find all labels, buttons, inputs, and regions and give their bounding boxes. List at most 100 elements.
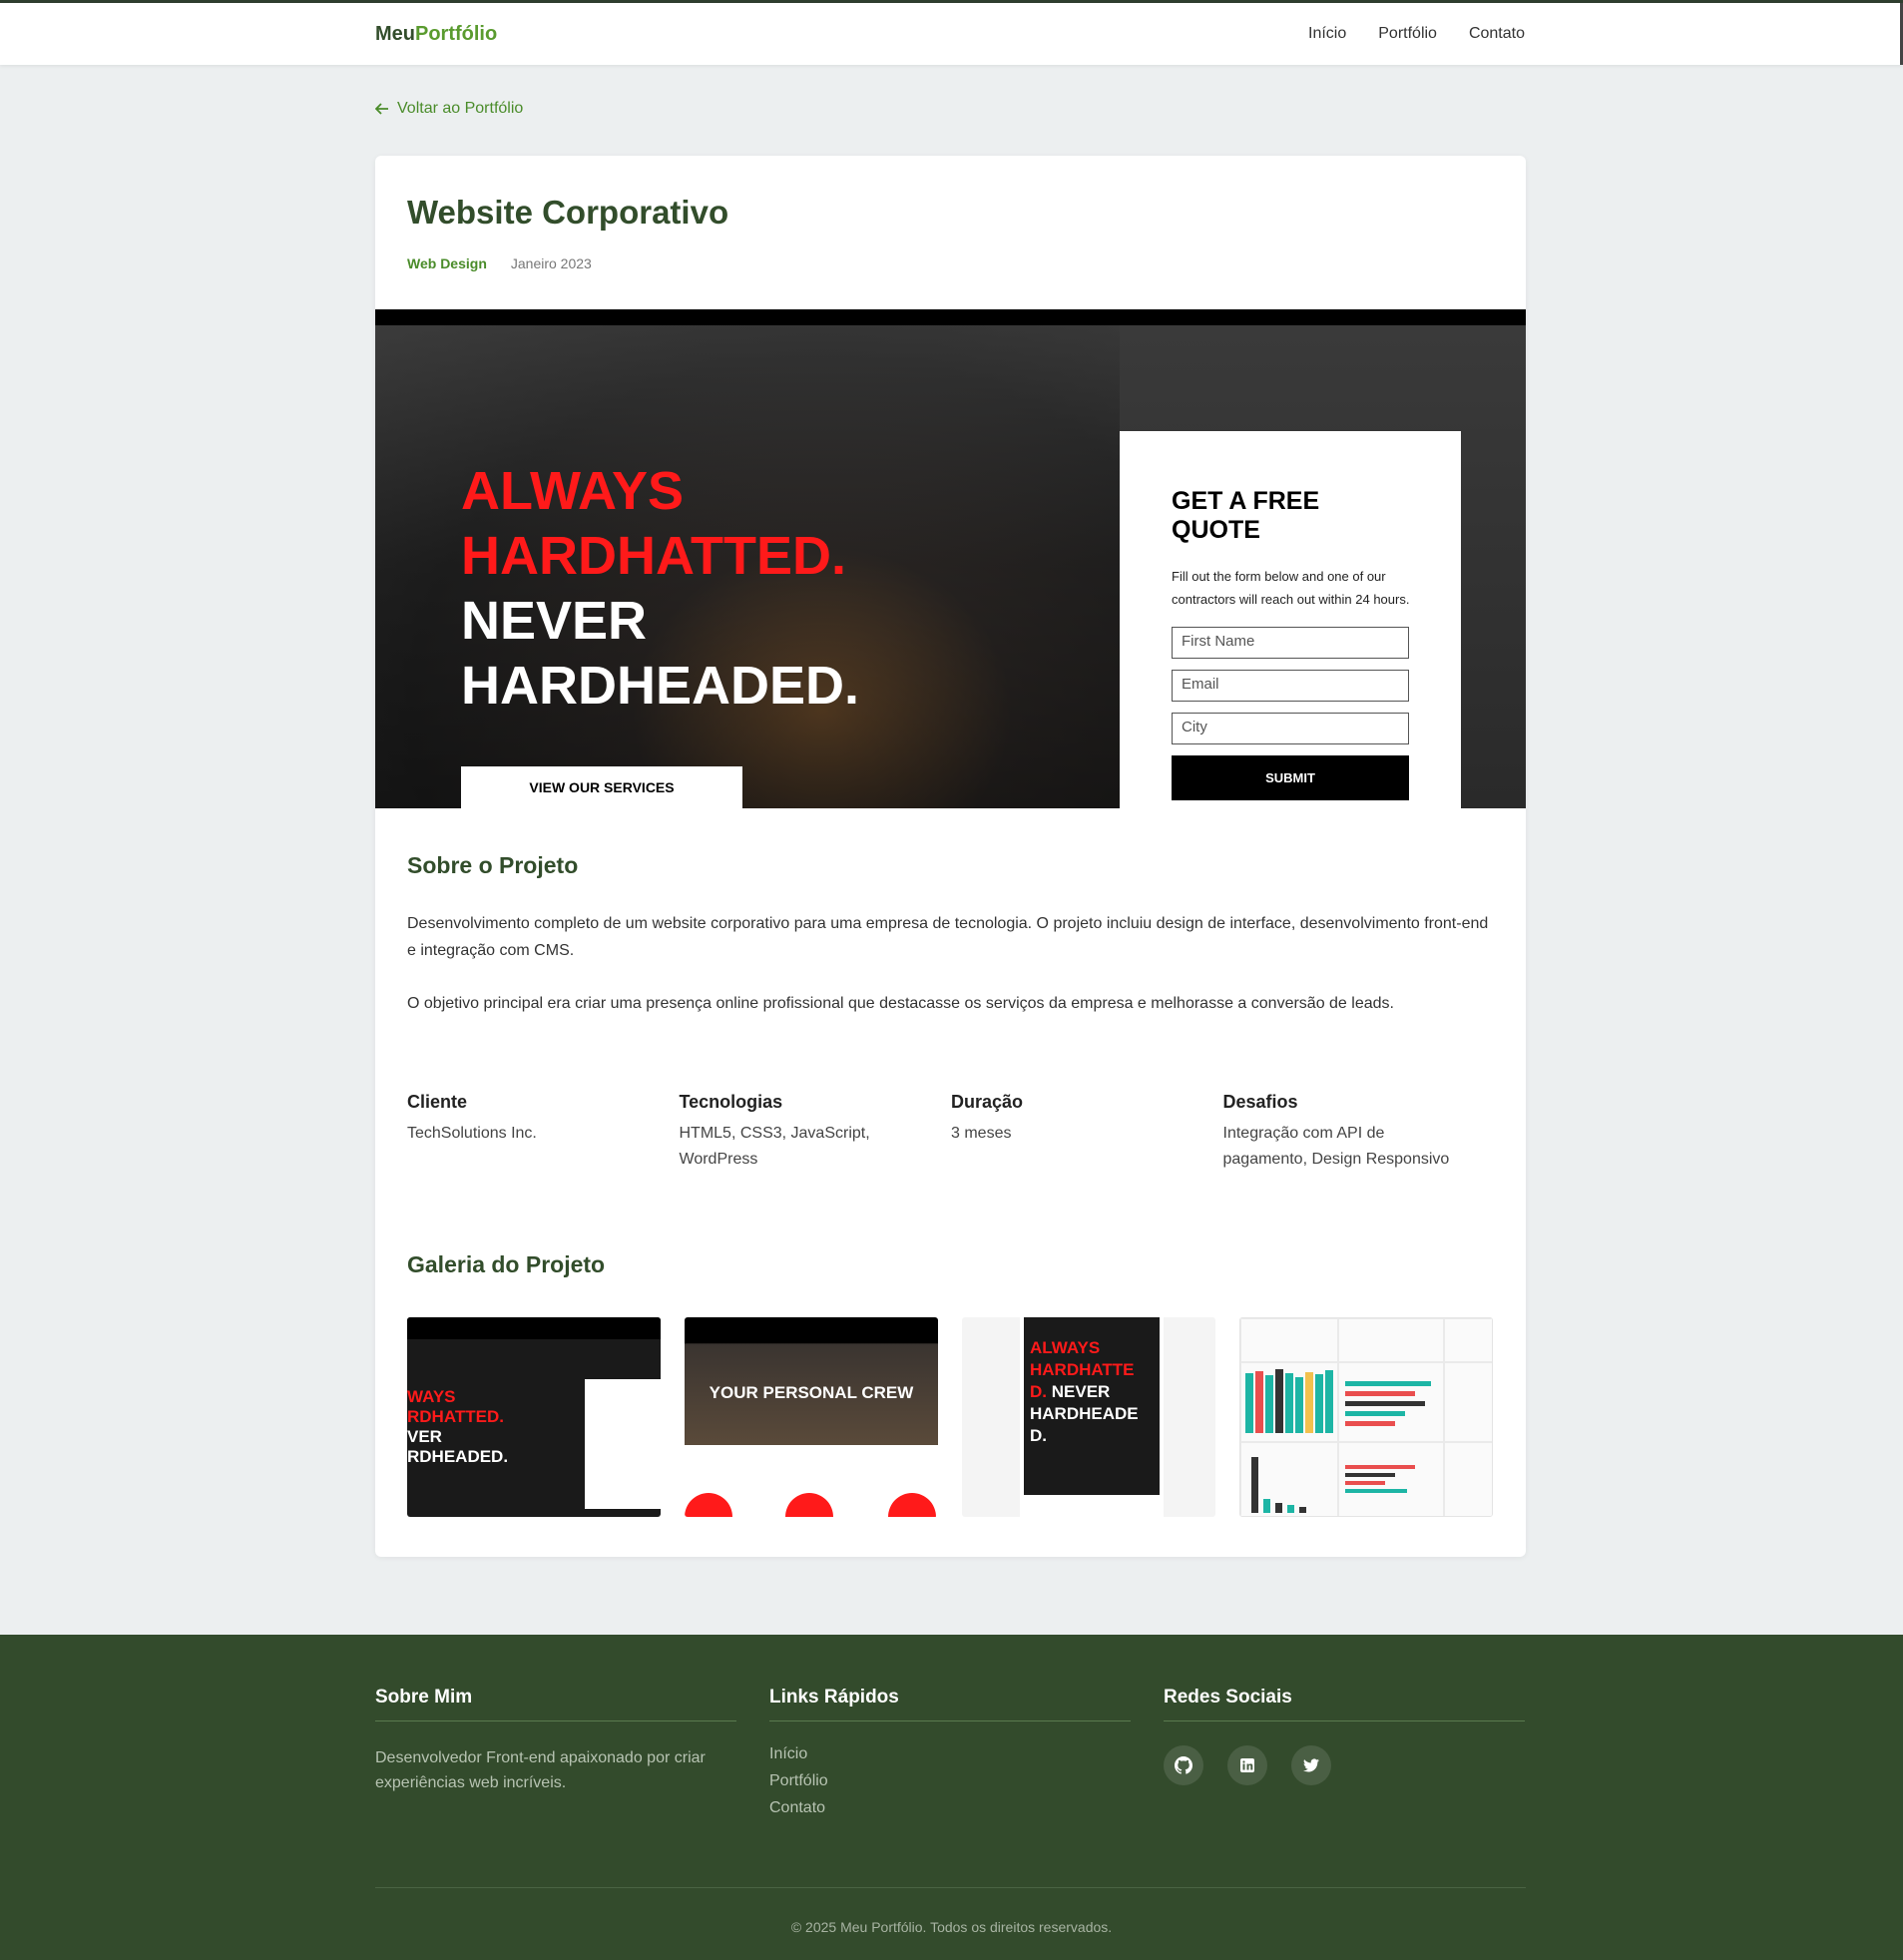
brand-logo[interactable]: MeuPortfólio <box>375 23 497 46</box>
dashboard-chart <box>1444 1362 1492 1442</box>
dashboard-hbars-2 <box>1345 1465 1415 1493</box>
nav-link-contato[interactable]: Contato <box>1469 25 1525 43</box>
submit-button: SUBMIT <box>1172 755 1409 800</box>
github-icon[interactable] <box>1164 1745 1203 1785</box>
thumb-mobile-line: D. <box>1030 1426 1047 1445</box>
project-gallery: WAYS RDHATTED. VER RDHEADED. YOUR PERSON… <box>407 1317 1493 1517</box>
thumb-mobile-line: HARDHATTE <box>1030 1360 1135 1379</box>
thumb-headline: WAYS RDHATTED. VER RDHEADED. <box>407 1387 508 1467</box>
footer-link-contato[interactable]: Contato <box>769 1799 1131 1817</box>
about-section-title: Sobre o Projeto <box>407 852 579 878</box>
footer-link-portfolio[interactable]: Portfólio <box>769 1772 1131 1790</box>
back-to-portfolio-link[interactable]: Voltar ao Portfólio <box>375 100 523 118</box>
project-category: Web Design <box>407 255 487 271</box>
hero-headline-red-2: HARDHATTED. <box>461 526 846 586</box>
thumb-mobile-screen: ALWAYS HARDHATTE D. NEVER HARDHEADE D. <box>1024 1317 1160 1495</box>
brand-accent-text: Portfólio <box>415 23 498 45</box>
thumb-mobile-mockup: ALWAYS HARDHATTE D. NEVER HARDHEADE D. <box>1020 1317 1164 1517</box>
detail-technologies: Tecnologias HTML5, CSS3, JavaScript, Wor… <box>680 1092 952 1173</box>
project-details: Cliente TechSolutions Inc. Tecnologias H… <box>407 1092 1495 1173</box>
dashboard-kpi <box>1338 1318 1444 1362</box>
brand-text: Meu <box>375 23 415 45</box>
detail-duration-value: 3 meses <box>951 1125 1012 1142</box>
project-hero-image: ALWAYS HARDHATTED. NEVER HARDHEADED. VIE… <box>375 309 1526 808</box>
dashboard-kpi <box>1240 1318 1338 1362</box>
thumb-nav-bar <box>407 1317 661 1339</box>
about-paragraph-1: Desenvolvimento completo de um website c… <box>407 915 1489 959</box>
nav-link-portfolio[interactable]: Portfólio <box>1378 25 1437 43</box>
arrow-left-icon <box>375 103 388 115</box>
thumb-service-icon <box>888 1493 936 1517</box>
gallery-thumbnail-4[interactable] <box>1239 1317 1493 1517</box>
thumb-headline-line: RDHEADED. <box>407 1447 509 1466</box>
thumb-mobile-line: HARDHEADE <box>1030 1404 1139 1423</box>
gallery-thumbnail-1[interactable]: WAYS RDHATTED. VER RDHEADED. <box>407 1317 661 1517</box>
copyright-text: © 2025 Meu Portfólio. Todos os direitos … <box>790 1919 1113 1935</box>
footer-links-title: Links Rápidos <box>769 1687 1131 1721</box>
detail-challenges-value: Integração com API de pagamento, Design … <box>1222 1125 1450 1168</box>
gallery-thumbnail-3[interactable]: ALWAYS HARDHATTE D. NEVER HARDHEADE D. <box>962 1317 1215 1517</box>
thumb-headline-line: RDHATTED. <box>407 1407 504 1426</box>
thumb-mobile-line: D. <box>1030 1382 1047 1401</box>
linkedin-icon[interactable] <box>1227 1745 1267 1785</box>
footer-links: Links Rápidos Início Portfólio Contato <box>769 1687 1131 1817</box>
dashboard-bars-2 <box>1251 1457 1306 1513</box>
email-field: Email <box>1172 670 1409 702</box>
thumb-headline-line: VER <box>407 1427 442 1446</box>
gallery-thumbnail-2[interactable]: YOUR PERSONAL CREW <box>685 1317 938 1517</box>
detail-client: Cliente TechSolutions Inc. <box>407 1092 680 1173</box>
detail-client-value: TechSolutions Inc. <box>407 1125 537 1142</box>
first-name-field: First Name <box>1172 627 1409 659</box>
about-paragraph-2: O objetivo principal era criar uma prese… <box>407 995 1394 1012</box>
footer-link-inicio[interactable]: Início <box>769 1745 1131 1763</box>
nav-link-inicio[interactable]: Início <box>1308 25 1346 43</box>
quote-description: Fill out the form below and one of our c… <box>1172 569 1410 607</box>
project-title: Website Corporativo <box>407 194 729 231</box>
footer-social: Redes Sociais <box>1164 1687 1525 1785</box>
navbar: MeuPortfólio Início Portfólio Contato <box>0 3 1903 65</box>
nav-links: Início Portfólio Contato <box>1308 25 1525 43</box>
dashboard-chart <box>1338 1362 1444 1442</box>
footer-about-title: Sobre Mim <box>375 1687 736 1721</box>
detail-client-label: Cliente <box>407 1092 468 1112</box>
project-date: Janeiro 2023 <box>510 255 592 271</box>
gallery-section-title: Galeria do Projeto <box>407 1251 606 1277</box>
dashboard-chart <box>1444 1442 1492 1516</box>
thumb-mobile-headline: ALWAYS HARDHATTE D. NEVER HARDHEADE D. <box>1030 1337 1139 1447</box>
twitter-icon[interactable] <box>1291 1745 1331 1785</box>
hero-headline-white-1: NEVER <box>461 591 648 651</box>
thumb-headline-line: WAYS <box>407 1387 456 1406</box>
project-meta: Web Design Janeiro 2023 <box>407 255 592 271</box>
dashboard-chart <box>1240 1362 1338 1442</box>
social-links <box>1164 1745 1525 1785</box>
footer: Sobre Mim Desenvolvedor Front-end apaixo… <box>0 1635 1903 1960</box>
thumb-mobile-line: NEVER <box>1051 1382 1111 1401</box>
detail-challenges: Desafios Integração com API de pagamento… <box>1223 1092 1496 1173</box>
city-field: City <box>1172 713 1409 744</box>
footer-divider <box>375 1887 1526 1888</box>
quote-title: GET A FREE QUOTE <box>1172 487 1320 544</box>
thumb-quote-form <box>585 1379 661 1509</box>
thumb-service-icon <box>785 1493 833 1517</box>
dashboard-hbars <box>1345 1381 1431 1426</box>
thumb-mobile-line: ALWAYS <box>1030 1338 1101 1357</box>
back-link-label: Voltar ao Portfólio <box>397 100 524 117</box>
project-card: Website Corporativo Web Design Janeiro 2… <box>375 156 1526 1557</box>
hero-headline: ALWAYS HARDHATTED. NEVER HARDHEADED. <box>461 459 859 719</box>
quote-form: GET A FREE QUOTE Fill out the form below… <box>1120 431 1461 808</box>
detail-duration: Duração 3 meses <box>951 1092 1223 1173</box>
footer-about: Sobre Mim Desenvolvedor Front-end apaixo… <box>375 1687 736 1795</box>
detail-duration-label: Duração <box>951 1092 1024 1112</box>
hero-headline-red-1: ALWAYS <box>461 461 685 521</box>
view-services-button: VIEW OUR SERVICES <box>461 766 742 808</box>
footer-about-text: Desenvolvedor Front-end apaixonado por c… <box>375 1749 706 1791</box>
footer-social-title: Redes Sociais <box>1164 1687 1525 1721</box>
thumb-crew-text: YOUR PERSONAL CREW <box>709 1383 914 1402</box>
dashboard-chart <box>1240 1442 1338 1516</box>
detail-technologies-value: HTML5, CSS3, JavaScript, WordPress <box>679 1125 870 1168</box>
thumb-service-icon <box>685 1493 732 1517</box>
dashboard-kpi <box>1444 1318 1492 1362</box>
hero-headline-white-2: HARDHEADED. <box>461 656 860 716</box>
detail-technologies-label: Tecnologias <box>679 1092 783 1112</box>
thumb-banner <box>685 1317 938 1445</box>
